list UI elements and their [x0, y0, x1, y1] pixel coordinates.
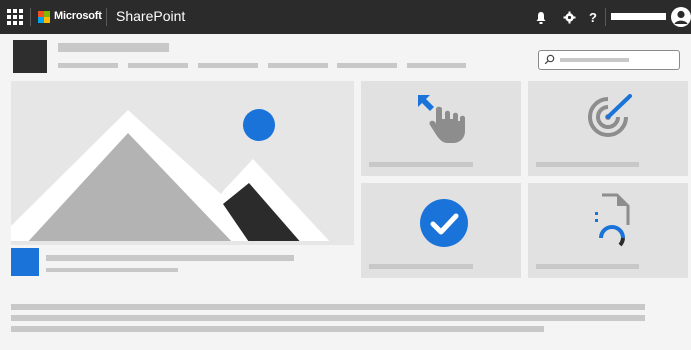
nav-link-placeholder[interactable] — [128, 63, 188, 68]
hero-caption-placeholder — [46, 255, 294, 261]
site-logo[interactable] — [13, 40, 47, 73]
mountain-landscape-image — [11, 81, 354, 245]
site-title-placeholder — [58, 43, 169, 52]
waffle-icon[interactable] — [7, 9, 23, 25]
hero-subcaption-placeholder — [46, 268, 178, 272]
quick-link-tile[interactable] — [361, 81, 521, 176]
search-input[interactable] — [538, 50, 680, 70]
nav-link-placeholder[interactable] — [337, 63, 397, 68]
bell-icon[interactable] — [532, 8, 550, 26]
avatar-icon[interactable] — [671, 6, 691, 28]
target-icon — [588, 94, 632, 137]
body-text-line — [11, 326, 544, 332]
nav-link-placeholder[interactable] — [198, 63, 258, 68]
search-placeholder-text — [560, 58, 629, 62]
app-name[interactable]: SharePoint — [116, 8, 185, 24]
body-text-line — [11, 304, 645, 310]
hero-image[interactable] — [11, 81, 354, 245]
gear-icon[interactable] — [560, 8, 578, 26]
hero-accent-square — [11, 248, 39, 276]
quick-link-tile[interactable] — [361, 183, 521, 278]
quick-link-tile[interactable] — [528, 183, 688, 278]
nav-link-placeholder[interactable] — [58, 63, 118, 68]
divider — [30, 8, 31, 26]
user-name-placeholder — [611, 13, 666, 20]
nav-link-placeholder[interactable] — [268, 63, 328, 68]
tile-caption-placeholder — [536, 162, 639, 167]
tile-caption-placeholder — [369, 162, 473, 167]
body-text-line — [11, 315, 645, 321]
tile-caption-placeholder — [536, 264, 639, 269]
nav-link-placeholder[interactable] — [407, 63, 466, 68]
brand-name[interactable]: Microsoft — [54, 10, 102, 22]
quick-link-tile[interactable] — [528, 81, 688, 176]
suite-bar: Microsoft SharePoint ? — [0, 0, 691, 34]
pointer-hand-icon — [418, 95, 465, 143]
microsoft-logo-icon — [38, 11, 50, 23]
check-circle-icon — [420, 199, 468, 247]
divider — [106, 8, 107, 26]
document-progress-icon — [595, 193, 630, 247]
divider — [605, 8, 606, 26]
tile-caption-placeholder — [369, 264, 473, 269]
search-icon — [544, 54, 555, 65]
help-icon[interactable]: ? — [584, 8, 602, 26]
